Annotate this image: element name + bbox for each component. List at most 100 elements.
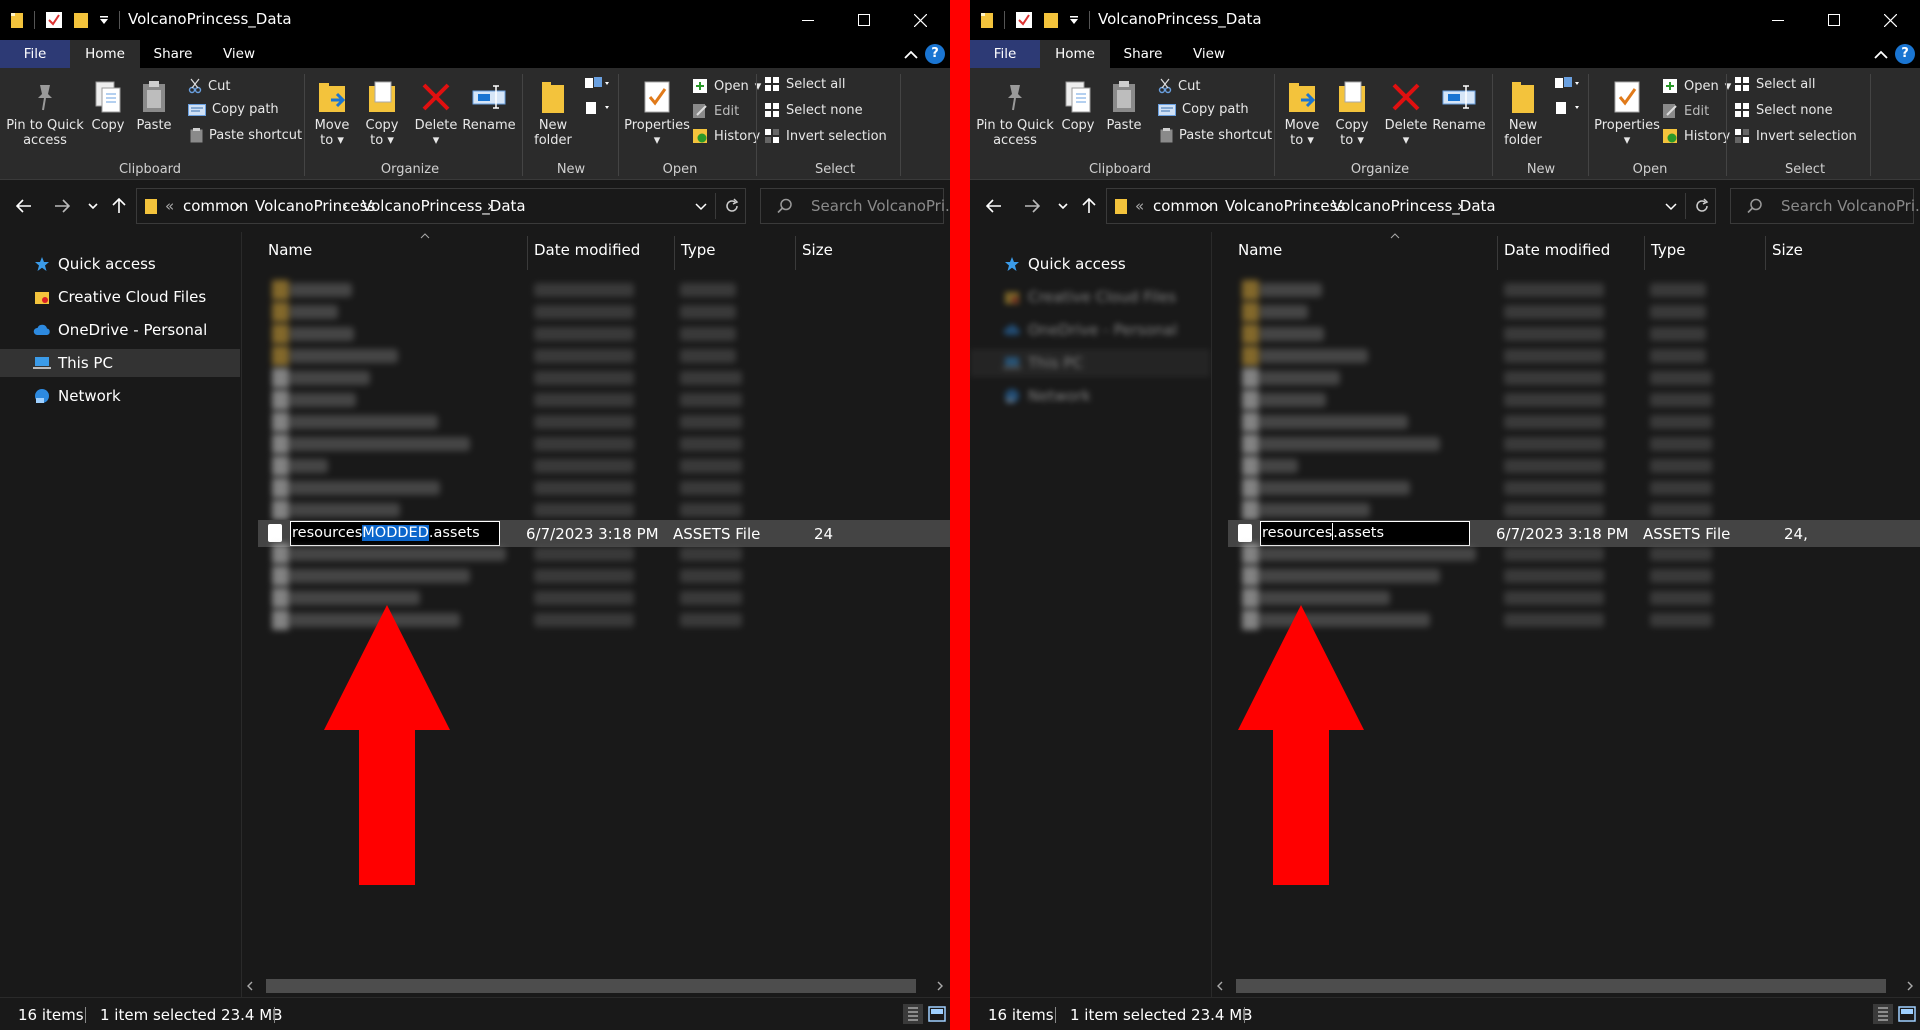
properties-button[interactable]: Properties ▾	[1594, 76, 1660, 148]
close-button[interactable]	[892, 0, 948, 40]
breadcrumb-overflow[interactable]: «	[1135, 197, 1144, 215]
forward-button[interactable]	[50, 194, 74, 218]
copy-button[interactable]: Copy	[88, 76, 128, 133]
column-header-date[interactable]: Date modified	[1504, 232, 1610, 268]
tab-home[interactable]: Home	[1040, 40, 1110, 68]
search-box[interactable]: Search VolcanoPri...	[1730, 188, 1920, 224]
customize-qat-icon[interactable]	[1069, 15, 1079, 25]
address-bar[interactable]: « common › VolcanoPrincess › VolcanoPrin…	[1106, 188, 1716, 224]
scroll-right-icon[interactable]	[936, 981, 944, 991]
tab-share[interactable]: Share	[140, 40, 206, 68]
nav-item-creative-cloud[interactable]: Creative Cloud Files	[0, 283, 240, 311]
history-button[interactable]: History	[692, 128, 760, 144]
tab-share[interactable]: Share	[1110, 40, 1176, 68]
scroll-left-icon[interactable]	[1216, 981, 1224, 991]
history-button[interactable]: History	[1662, 128, 1730, 144]
back-button[interactable]	[982, 194, 1006, 218]
up-button[interactable]	[108, 194, 130, 218]
nav-item-network[interactable]: Network	[0, 382, 240, 410]
paste-shortcut-button[interactable]: Paste shortcut	[190, 128, 302, 143]
tab-view[interactable]: View	[1176, 40, 1242, 68]
column-header-type[interactable]: Type	[1651, 232, 1685, 268]
pin-to-quick-access-button[interactable]: Pin to Quick access	[4, 76, 86, 148]
file-row[interactable]	[1234, 496, 1920, 523]
breadcrumb-item-data[interactable]: VolcanoPrincess_Data	[1332, 197, 1496, 215]
easy-access-button[interactable]	[584, 100, 610, 116]
invert-selection-button[interactable]: Invert selection	[764, 128, 887, 144]
refresh-icon[interactable]	[724, 198, 740, 214]
new-folder-icon[interactable]	[1043, 11, 1059, 29]
details-view-button[interactable]	[903, 1004, 923, 1028]
large-icons-view-button[interactable]	[927, 1004, 947, 1028]
search-box[interactable]: Search VolcanoPri...	[760, 188, 950, 224]
copy-path-button[interactable]: Copy path	[1158, 102, 1249, 117]
rename-button[interactable]: Rename	[462, 76, 516, 133]
nav-item-this-pc[interactable]: This PC	[970, 349, 1210, 377]
edit-button[interactable]: Edit	[692, 103, 739, 119]
breadcrumb-overflow[interactable]: «	[165, 197, 174, 215]
select-all-button[interactable]: Select all	[1734, 76, 1815, 92]
rename-button[interactable]: Rename	[1432, 76, 1486, 133]
scrollbar-thumb[interactable]	[1236, 979, 1886, 993]
breadcrumb-item-data[interactable]: VolcanoPrincess_Data	[362, 197, 526, 215]
file-row[interactable]	[264, 496, 950, 523]
tab-home[interactable]: Home	[70, 40, 140, 68]
column-separator[interactable]	[527, 236, 528, 270]
paste-button[interactable]: Paste	[1104, 76, 1144, 133]
open-button[interactable]: Open ▾	[1662, 78, 1731, 94]
help-icon[interactable]: ?	[925, 44, 945, 64]
details-view-button[interactable]	[1873, 1004, 1893, 1028]
customize-qat-icon[interactable]	[99, 15, 109, 25]
address-bar[interactable]: « common › VolcanoPrincess › VolcanoPrin…	[136, 188, 746, 224]
scroll-right-icon[interactable]	[1906, 981, 1914, 991]
paste-shortcut-button[interactable]: Paste shortcut	[1160, 128, 1272, 143]
nav-item-onedrive[interactable]: OneDrive - Personal	[0, 316, 240, 344]
properties-button[interactable]: Properties ▾	[624, 76, 690, 148]
nav-item-creative-cloud[interactable]: Creative Cloud Files	[970, 283, 1210, 311]
large-icons-view-button[interactable]	[1897, 1004, 1917, 1028]
maximize-button[interactable]	[836, 0, 892, 40]
column-separator[interactable]	[1497, 236, 1498, 270]
forward-button[interactable]	[1020, 194, 1044, 218]
invert-selection-button[interactable]: Invert selection	[1734, 128, 1857, 144]
chevron-down-icon[interactable]	[695, 203, 707, 211]
delete-button[interactable]: Delete ▾	[412, 76, 460, 148]
delete-button[interactable]: Delete ▾	[1382, 76, 1430, 148]
column-header-name[interactable]: Name	[1238, 232, 1282, 268]
edit-button[interactable]: Edit	[1662, 103, 1709, 119]
move-to-button[interactable]: Move to ▾	[310, 76, 354, 148]
recent-locations-button[interactable]	[84, 194, 102, 218]
column-header-size[interactable]: Size	[802, 232, 833, 268]
tab-file[interactable]: File	[970, 40, 1040, 68]
copy-button[interactable]: Copy	[1058, 76, 1098, 133]
column-header-name[interactable]: Name	[268, 232, 312, 268]
cut-button[interactable]: Cut	[188, 78, 230, 94]
column-separator[interactable]	[1644, 236, 1645, 270]
collapse-ribbon-button[interactable]	[1874, 48, 1888, 64]
column-separator[interactable]	[674, 236, 675, 270]
nav-item-quick-access[interactable]: Quick access	[0, 250, 240, 278]
nav-item-onedrive[interactable]: OneDrive - Personal	[970, 316, 1210, 344]
column-header-size[interactable]: Size	[1772, 232, 1803, 268]
column-separator[interactable]	[1765, 236, 1766, 270]
back-button[interactable]	[12, 194, 36, 218]
column-header-date[interactable]: Date modified	[534, 232, 640, 268]
cut-button[interactable]: Cut	[1158, 78, 1200, 94]
copy-to-button[interactable]: Copy to ▾	[1330, 76, 1374, 148]
refresh-icon[interactable]	[1694, 198, 1710, 214]
open-button[interactable]: Open ▾	[692, 78, 761, 94]
up-button[interactable]	[1078, 194, 1100, 218]
new-folder-button[interactable]: New folder	[1500, 76, 1546, 148]
properties-icon[interactable]	[1015, 11, 1033, 29]
collapse-ribbon-button[interactable]	[904, 48, 918, 64]
nav-item-network[interactable]: Network	[970, 382, 1210, 410]
nav-item-quick-access[interactable]: Quick access	[970, 250, 1210, 278]
easy-access-button[interactable]	[1554, 100, 1580, 116]
column-separator[interactable]	[795, 236, 796, 270]
new-folder-button[interactable]: New folder	[530, 76, 576, 148]
nav-item-this-pc[interactable]: This PC	[0, 349, 240, 377]
tab-view[interactable]: View	[206, 40, 272, 68]
minimize-button[interactable]	[1750, 0, 1806, 40]
chevron-down-icon[interactable]	[1665, 203, 1677, 211]
select-none-button[interactable]: Select none	[1734, 102, 1833, 118]
